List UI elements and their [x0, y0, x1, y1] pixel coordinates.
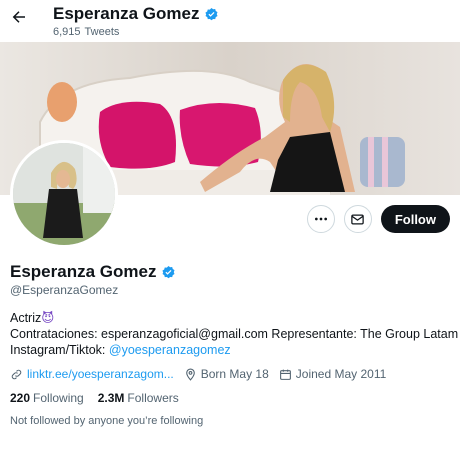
top-bar: Esperanza Gomez 6,915 Tweets: [0, 0, 460, 42]
tweet-count: 6,915 Tweets: [53, 26, 119, 38]
devil-emoji-icon: 😈: [41, 311, 55, 325]
more-button[interactable]: [306, 205, 335, 233]
calendar-icon: [279, 369, 291, 380]
follow-stats: 220 Following 2.3M Followers: [10, 391, 179, 405]
avatar[interactable]: [10, 140, 118, 248]
bio-text-actriz: Actriz: [10, 311, 42, 325]
bio-line-2: Contrataciones: esperanzagoficial@gmail.…: [10, 327, 459, 341]
tweet-count-value: 6,915: [53, 26, 81, 38]
website-item: linktr.ee/yoesperanzagom...: [10, 367, 174, 381]
following-count: 220: [10, 391, 31, 405]
verified-badge-icon: [205, 7, 218, 20]
link-icon: [11, 369, 22, 379]
follow-button[interactable]: Follow: [380, 205, 450, 233]
website-link[interactable]: linktr.ee/yoesperanzagom...: [27, 367, 174, 381]
not-followed-text: Not followed by anyone you’re following: [10, 415, 204, 427]
back-arrow-icon: [12, 11, 25, 23]
mail-icon: [351, 214, 365, 224]
bio-line-3: Instagram/Tiktok: @yoesperanzagomez: [10, 342, 458, 358]
header-name: Esperanza Gomez: [53, 4, 200, 23]
profile-handle: @EsperanzaGomez: [10, 283, 119, 297]
profile-meta: linktr.ee/yoesperanzagom... Born May 18 …: [10, 367, 386, 381]
location-pin-icon: [185, 368, 195, 381]
header-title: Esperanza Gomez: [53, 4, 219, 24]
avatar-image: [13, 143, 115, 245]
birthday-item: Born May 18: [184, 367, 269, 381]
following-label: Following: [33, 391, 84, 405]
profile-bio: Actriz😈 Contrataciones: esperanzagoficia…: [10, 310, 458, 358]
birthday-text: Born May 18: [200, 367, 269, 381]
joined-item: Joined May 2011: [279, 367, 387, 381]
display-name: Esperanza Gomez: [10, 262, 157, 281]
followers-label: Followers: [127, 391, 179, 405]
profile-actions: Follow: [306, 205, 450, 233]
following-stat[interactable]: 220 Following: [10, 391, 84, 405]
profile-name: Esperanza Gomez: [10, 262, 176, 282]
joined-text: Joined May 2011: [295, 367, 387, 381]
more-icon: [314, 217, 327, 221]
tweet-count-label: Tweets: [84, 26, 120, 38]
followers-count: 2.3M: [97, 391, 125, 405]
bio-instagram-prefix: Instagram/Tiktok:: [10, 343, 109, 357]
bio-mention-link[interactable]: @yoesperanzagomez: [109, 343, 231, 357]
message-button[interactable]: [343, 205, 372, 233]
verified-badge-icon: [162, 265, 175, 278]
followers-stat[interactable]: 2.3M Followers: [98, 391, 179, 405]
bio-line-1: Actriz😈: [10, 310, 458, 326]
back-button[interactable]: [8, 6, 30, 28]
